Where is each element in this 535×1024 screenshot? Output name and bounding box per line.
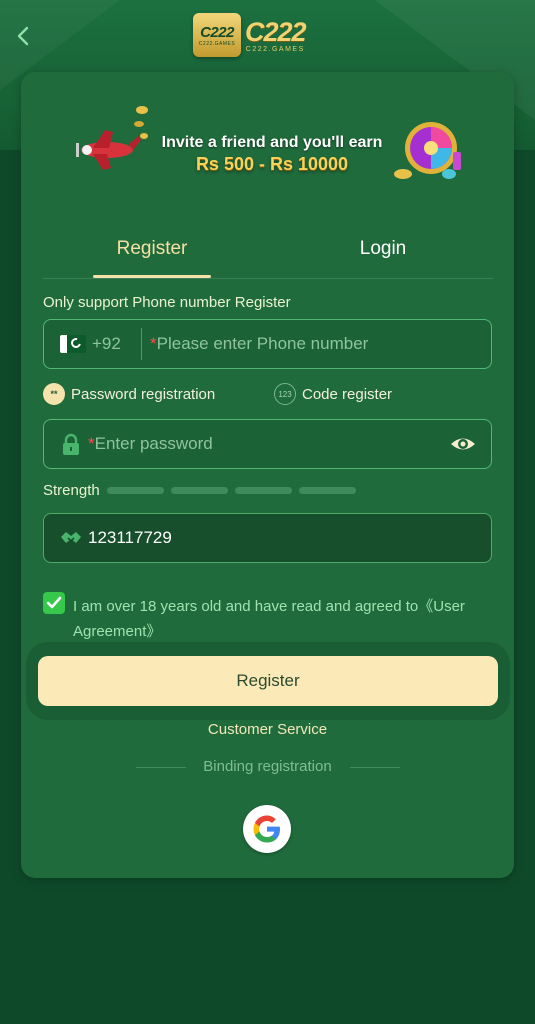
invite-code-field[interactable]: 123117729 — [43, 513, 492, 563]
password-mode-icon: ** — [43, 383, 65, 405]
agreement-checkbox[interactable] — [43, 592, 65, 614]
binding-label: Binding registration — [203, 758, 332, 775]
invite-banner[interactable]: Invite a friend and you'll earn Rs 500 -… — [71, 100, 471, 184]
banner-line-2: Rs 500 - Rs 10000 — [195, 154, 349, 174]
banner-line-1: Invite a friend and you'll earn — [161, 134, 383, 151]
field-separator — [141, 328, 142, 360]
tab-login[interactable]: Login — [323, 232, 443, 272]
password-strength: Strength — [43, 482, 356, 499]
register-button-container: Register — [26, 642, 510, 720]
mode-code-label: Code register — [302, 385, 393, 403]
invite-code-value: 123117729 — [88, 528, 172, 547]
register-button[interactable]: Register — [38, 656, 498, 706]
logo-word-text: C222 — [245, 16, 307, 47]
logo-wordmark: C222 C222.GAMES — [245, 16, 307, 53]
handshake-icon — [61, 532, 81, 543]
logo-badge-text: C222 — [200, 23, 234, 41]
password-placeholder: *Enter password — [88, 434, 213, 454]
code-mode-icon: 123 — [274, 383, 296, 405]
brand-logo: C222 C222.GAMES C222 C222.GAMES — [193, 12, 343, 58]
prize-wheel-icon — [394, 122, 461, 179]
check-icon — [46, 596, 62, 609]
google-icon — [253, 815, 280, 843]
strength-bar — [234, 487, 292, 494]
back-chevron-icon — [17, 26, 29, 46]
register-card: Invite a friend and you'll earn Rs 500 -… — [21, 72, 514, 878]
logo-badge-sub: C222.GAMES — [198, 40, 236, 47]
auth-tabs: Register Login — [43, 232, 493, 280]
phone-field[interactable]: +92 *Please enter Phone number — [43, 319, 492, 369]
google-login-button[interactable] — [243, 805, 291, 853]
binding-line-right — [350, 767, 400, 768]
eye-icon[interactable] — [449, 433, 477, 455]
back-button[interactable] — [12, 24, 34, 48]
mode-code-register[interactable]: 123 Code register — [274, 382, 392, 406]
required-mark: * — [88, 434, 95, 453]
section-label: Only support Phone number Register — [43, 294, 291, 311]
tabs-divider — [43, 278, 493, 279]
pakistan-flag-icon — [60, 335, 86, 353]
country-code[interactable]: +92 — [92, 334, 121, 354]
agreement-statement: I am over 18 years old and have read and… — [73, 598, 419, 615]
agreement-text: I am over 18 years old and have read and… — [73, 594, 483, 644]
strength-bar — [298, 487, 356, 494]
required-mark: * — [150, 334, 157, 353]
strength-label: Strength — [43, 482, 100, 499]
password-placeholder-text: Enter password — [94, 434, 213, 453]
lock-icon — [63, 433, 79, 455]
password-field[interactable]: *Enter password — [43, 419, 492, 469]
logo-badge: C222 C222.GAMES — [193, 13, 241, 57]
strength-bar — [106, 487, 164, 494]
phone-placeholder: *Please enter Phone number — [150, 334, 368, 354]
strength-bar — [170, 487, 228, 494]
logo-word-sub: C222.GAMES — [245, 45, 305, 53]
mode-password-registration[interactable]: ** Password registration — [43, 382, 215, 406]
binding-line-left — [136, 767, 186, 768]
binding-registration: Binding registration — [21, 758, 514, 775]
mode-password-label: Password registration — [71, 385, 216, 403]
phone-placeholder-text: Please enter Phone number — [156, 334, 369, 353]
customer-service-link[interactable]: Customer Service — [21, 721, 514, 738]
tab-register[interactable]: Register — [93, 232, 211, 272]
